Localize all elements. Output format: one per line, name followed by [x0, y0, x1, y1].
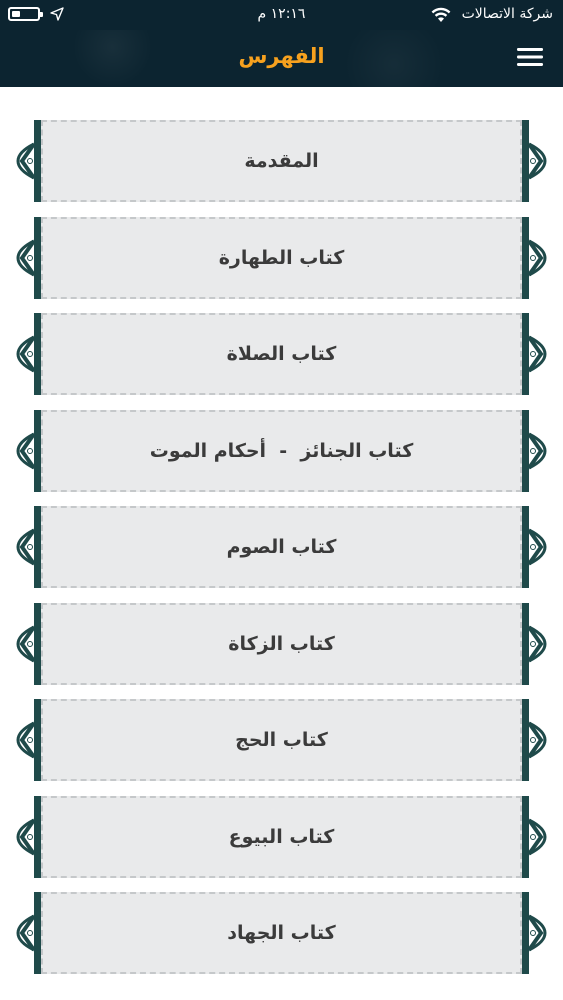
- right-ornament-icon: [527, 335, 547, 373]
- left-ornament-icon: [16, 335, 36, 373]
- index-item-label: كتاب الصوم: [226, 536, 337, 558]
- index-list: المقدمة كتاب الطهارة كتاب الصلاة كتاب ال…: [14, 120, 549, 989]
- navigation-bar: الفهرس: [0, 30, 563, 87]
- right-ornament-icon: [527, 239, 547, 276]
- index-item[interactable]: كتاب الصلاة: [14, 313, 549, 395]
- right-ornament-icon: [527, 528, 547, 566]
- index-item[interactable]: كتاب الحج: [14, 699, 549, 781]
- index-item-label: كتاب الحج: [235, 729, 328, 751]
- location-arrow-icon: [50, 7, 64, 25]
- left-ornament-icon: [16, 721, 36, 759]
- index-item-label: كتاب الطهارة: [218, 246, 345, 269]
- index-item[interactable]: كتاب الزكاة: [14, 602, 549, 685]
- right-ornament-icon: [527, 142, 547, 180]
- right-ornament-icon: [527, 625, 547, 662]
- index-item[interactable]: كتاب البيوع: [14, 795, 549, 878]
- index-item[interactable]: كتاب الجنائز - أحكام الموت: [14, 409, 549, 492]
- left-ornament-icon: [16, 432, 36, 469]
- left-ornament-icon: [16, 239, 36, 276]
- index-item-label: كتاب الزكاة: [228, 632, 335, 655]
- left-ornament-icon: [16, 528, 36, 566]
- status-bar: شركة الاتصالات ١٢:١٦ م: [0, 0, 563, 30]
- index-item[interactable]: كتاب الصوم: [14, 506, 549, 588]
- battery-level: [12, 11, 20, 17]
- right-ornament-icon: [527, 721, 547, 759]
- index-item[interactable]: المقدمة: [14, 120, 549, 202]
- right-ornament-icon: [527, 818, 547, 855]
- index-item[interactable]: كتاب الجهاد: [14, 892, 549, 974]
- index-item-label: كتاب الجنائز - أحكام الموت: [149, 439, 414, 462]
- hamburger-menu-icon[interactable]: [515, 43, 545, 71]
- index-item-label: كتاب الجهاد: [227, 922, 336, 944]
- index-item-label: كتاب الصلاة: [226, 343, 337, 365]
- left-ornament-icon: [16, 914, 36, 952]
- left-ornament-icon: [16, 625, 36, 662]
- left-ornament-icon: [16, 142, 36, 180]
- right-ornament-icon: [527, 432, 547, 469]
- page-title: الفهرس: [238, 44, 325, 68]
- status-time: ١٢:١٦ م: [257, 6, 306, 22]
- index-item[interactable]: كتاب الطهارة: [14, 216, 549, 299]
- right-ornament-icon: [527, 914, 547, 952]
- index-item-label: كتاب البيوع: [228, 825, 335, 848]
- index-item-label: المقدمة: [244, 150, 319, 172]
- battery-icon: [8, 7, 43, 21]
- left-ornament-icon: [16, 818, 36, 855]
